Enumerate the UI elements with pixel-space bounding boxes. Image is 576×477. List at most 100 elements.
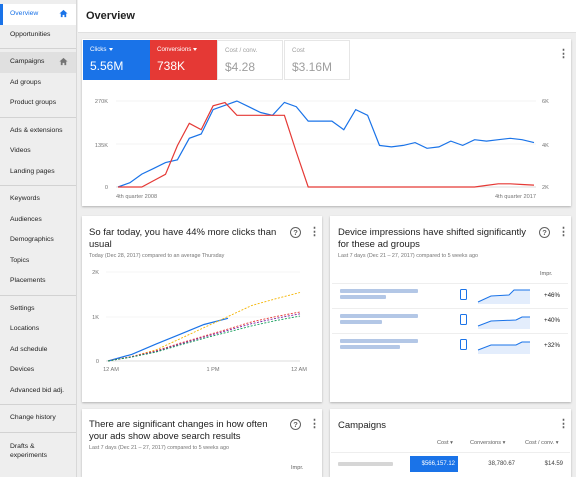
sidebar-item-demographics[interactable]: Demographics [0,230,76,251]
today-chart: 2K 1K 0 12 AM 1 PM 12 AM [92,270,307,373]
device-row[interactable]: +46% [332,283,568,307]
metric-label: Clicks [90,46,107,53]
sort-arrow-icon: ▾ [502,440,506,446]
sidebar-item-videos[interactable]: Videos [0,141,76,162]
sidebar-item-drafts-experiments[interactable]: Drafts & experiments [0,436,70,466]
sidebar-item-keywords[interactable]: Keywords [0,189,76,210]
today-card-title: So far today, you have 44% more clicks t… [89,227,277,250]
sparkline [477,341,530,354]
sort-arrow-icon: ▾ [450,440,453,446]
y-tick: 2K [92,270,99,276]
x-tick: 12 AM [291,367,307,373]
sidebar-item-label: Devices [10,366,35,373]
sidebar-item-landing-pages[interactable]: Landing pages [0,162,76,183]
impressions-column-header: Impr. [540,271,553,277]
sidebar-item-label: Videos [10,147,31,154]
sparkline [477,316,530,329]
more-options-icon[interactable]: ⋮ [558,49,569,60]
sidebar-item-locations[interactable]: Locations [0,319,76,340]
y-left-tick: 0 [105,185,108,191]
sidebar-item-opportunities[interactable]: Opportunities [0,25,76,46]
mobile-device-icon [460,314,467,325]
sidebar-item-ad-schedule[interactable]: Ad schedule [0,340,76,361]
campaigns-card-title: Campaigns [338,420,387,431]
x-tick: 12 AM [103,367,119,373]
sidebar-item-label: Opportunities [10,30,51,38]
sidebar-item-change-history[interactable]: Change history [0,408,76,429]
mobile-device-icon [460,339,467,350]
metric-cost[interactable]: Cost $3.16M [284,40,350,80]
campaign-cost: $566,157.12 [410,456,458,472]
divider [0,48,76,49]
sidebar-item-label: Ad schedule [10,345,48,353]
divider [0,116,76,118]
more-options-icon[interactable]: ⋮ [309,227,320,238]
sidebar-item-label: Demographics [10,236,54,243]
sidebar: Overview Opportunities Campaigns Ad grou… [0,0,77,477]
x-tick: 1 PM [206,367,219,373]
sidebar-item-label: Settings [10,304,35,312]
sidebar-item-devices[interactable]: Devices [0,360,76,381]
metric-clicks[interactable]: Clicks 5.56M [83,40,151,80]
sidebar-item-advanced-bid-adj[interactable]: Advanced bid adj. [0,381,76,402]
ad-group-name [340,314,418,326]
series-line-3 [107,313,301,362]
column-header-cost[interactable]: Cost ▾ [437,440,453,446]
ad-group-name [340,289,418,301]
today-series-group [107,292,301,362]
divider [0,185,76,186]
sidebar-item-product-groups[interactable]: Product groups [0,93,76,114]
help-icon[interactable]: ? [290,227,301,238]
device-row[interactable]: +32% [332,333,568,357]
metric-value: 5.56M [90,59,124,73]
sidebar-item-label: Locations [10,325,40,332]
sidebar-item-label: Change history [10,414,56,421]
y-right-tick: 6K [542,99,549,105]
sidebar-item-label: Ad groups [10,78,41,86]
sidebar-item-campaigns[interactable]: Campaigns [0,52,76,73]
mobile-device-icon [460,289,467,300]
campaign-name [338,462,393,466]
today-card-subtitle: Today (Dec 28, 2017) compared to an aver… [89,253,225,259]
metric-value: $4.28 [225,60,256,74]
divider [0,404,76,405]
column-header-cost-per-conv[interactable]: Cost / conv. ▾ [525,440,559,446]
sidebar-item-label: Overview [10,10,39,17]
help-icon[interactable]: ? [539,227,550,238]
sidebar-item-overview[interactable]: Overview [0,4,76,25]
performance-chart: 270K 135K 0 6K 4K 2K 4th quarter 2008 4t… [95,99,549,200]
page-title: Overview [86,10,135,22]
sidebar-item-placements[interactable]: Placements [0,271,76,292]
divider [0,431,76,433]
metric-value: 738K [157,59,186,73]
y-left-tick: 135K [95,143,108,149]
metric-conversions[interactable]: Conversions 738K [150,40,218,80]
more-options-icon[interactable]: ⋮ [558,419,569,430]
metric-cost-per-conversion[interactable]: Cost / conv. $4.28 [217,40,283,80]
sidebar-item-label: Drafts & experiments [10,442,48,459]
y-left-tick: 270K [95,99,108,105]
impressions-change: +32% [544,342,560,349]
more-options-icon[interactable]: ⋮ [558,227,569,238]
x-start-label: 4th quarter 2008 [116,194,157,200]
sidebar-item-ads-extensions[interactable]: Ads & extensions [0,121,76,142]
x-end-label: 4th quarter 2017 [495,194,536,200]
impressions-change: +40% [544,317,560,324]
help-icon[interactable]: ? [290,419,301,430]
sidebar-item-settings[interactable]: Settings [0,299,76,320]
device-row[interactable]: +40% [332,308,568,332]
sidebar-item-ad-groups[interactable]: Ad groups [0,73,76,94]
y-right-tick: 2K [542,185,549,191]
y-tick: 1K [92,315,99,321]
campaign-row[interactable]: $566,157.12 38,780.67 $14.59 [331,452,570,474]
sidebar-item-audiences[interactable]: Audiences [0,210,76,231]
home-icon [59,9,68,18]
metric-label: Cost / conv. [225,47,258,54]
sidebar-item-label: Audiences [10,215,42,223]
metric-label: Cost [292,47,305,54]
more-options-icon[interactable]: ⋮ [309,419,320,430]
column-header-conversions[interactable]: Conversions ▾ [470,440,505,446]
ad-group-name [340,339,418,351]
sidebar-item-topics[interactable]: Topics [0,251,76,272]
sparkline [477,289,530,304]
